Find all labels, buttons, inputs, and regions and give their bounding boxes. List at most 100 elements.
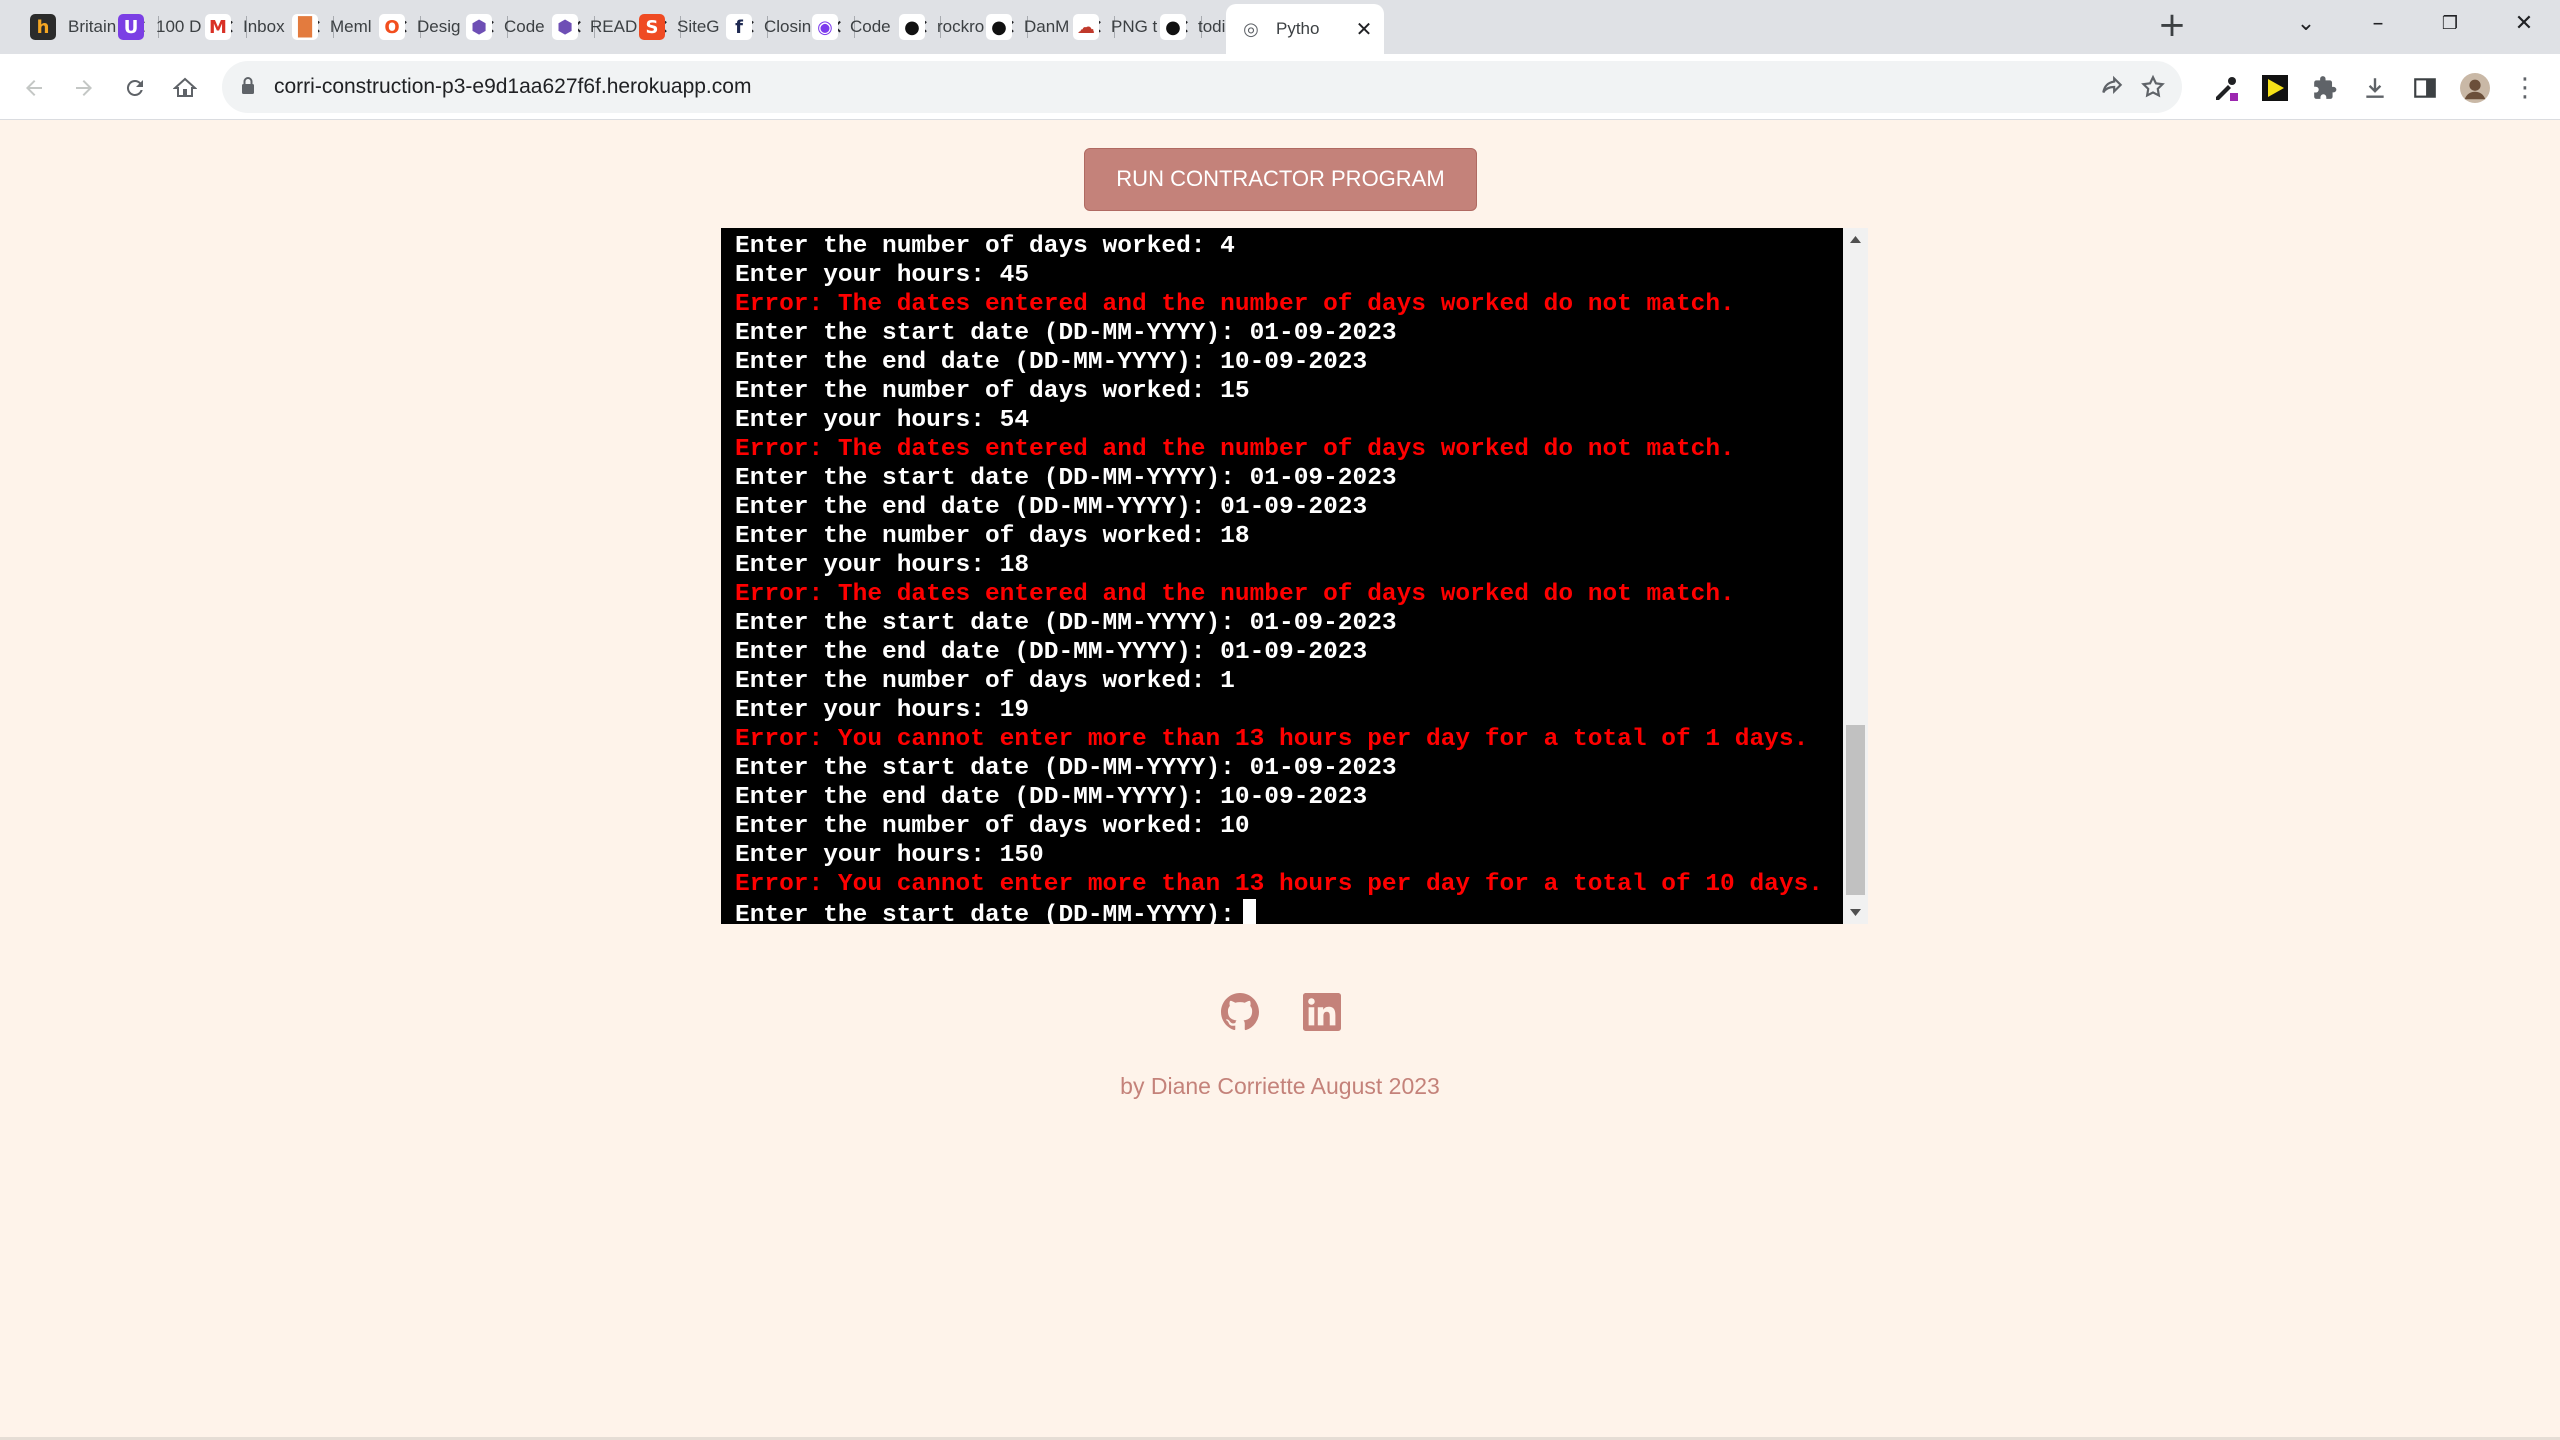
linkedin-link[interactable] — [1303, 993, 1341, 1031]
terminal-line-text: Enter the start date (DD-MM-YYYY): 01-09… — [735, 465, 1397, 492]
terminal-line-text: Error: The dates entered and the number … — [735, 581, 1735, 608]
tab-title: Pytho — [1276, 19, 1320, 38]
terminal-line-text: Enter the number of days worked: 10 — [735, 813, 1250, 840]
back-arrow-icon — [26, 80, 42, 96]
terminal-line: Enter your hours: 150 — [735, 841, 1823, 870]
design-icon: O — [379, 14, 405, 40]
readme-icon: ⬢ — [552, 14, 578, 40]
terminal-line: Enter the number of days worked: 15 — [735, 377, 1823, 406]
tab-strip: hBritain✕U100 D✕MInbox✕█Meml✕ODesig✕⬢Cod… — [0, 0, 2560, 54]
terminal-line-text: Enter the end date (DD-MM-YYYY): 10-09-2… — [735, 784, 1368, 811]
terminal-line-text: Error: The dates entered and the number … — [735, 291, 1735, 318]
tab-pytho[interactable]: ◎ Pytho ✕ — [1226, 4, 1384, 54]
browser-toolbar: corri-construction-p3-e9d1aa627f6f.herok… — [0, 54, 2560, 120]
terminal-line: Enter the number of days worked: 4 — [735, 232, 1823, 261]
terminal-line-text: Error: You cannot enter more than 13 hou… — [735, 726, 1809, 753]
codecademy-icon: ⬢ — [466, 14, 492, 40]
forward-arrow-icon — [76, 80, 92, 96]
github-link[interactable] — [1221, 993, 1259, 1031]
h-icon: h — [30, 14, 56, 40]
terminal-line-text: Enter the end date (DD-MM-YYYY): 10-09-2… — [735, 349, 1368, 376]
terminal-line: Enter the end date (DD-MM-YYYY): 01-09-2… — [735, 493, 1823, 522]
address-bar[interactable]: corri-construction-p3-e9d1aa627f6f.herok… — [222, 61, 2182, 113]
minimize-button[interactable]: – — [2358, 8, 2398, 40]
sitegrade-icon: S — [639, 14, 665, 40]
terminal-line: Enter the start date (DD-MM-YYYY): 01-09… — [735, 319, 1823, 348]
facebook-icon: f — [726, 14, 752, 40]
menu-kebab-icon[interactable]: ⋮ — [2510, 73, 2540, 103]
avatar[interactable] — [2460, 73, 2490, 103]
side-panel-icon[interactable] — [2410, 73, 2440, 103]
terminal-line: Enter the number of days worked: 1 — [735, 667, 1823, 696]
globe-icon: ◎ — [1238, 16, 1264, 42]
terminal-line: Enter your hours: 18 — [735, 551, 1823, 580]
eyedropper-extension-icon[interactable] — [2210, 73, 2240, 103]
terminal-line-text: Enter your hours: 54 — [735, 407, 1030, 434]
close-tab-icon[interactable]: ✕ — [1354, 19, 1374, 39]
play-extension-icon[interactable] — [2260, 73, 2290, 103]
terminal-line: Enter your hours: 19 — [735, 696, 1823, 725]
terminal-line-text: Enter the number of days worked: 18 — [735, 523, 1250, 550]
terminal-line-text: Enter the start date (DD-MM-YYYY): 01-09… — [735, 610, 1397, 637]
tab-search-chevron-icon[interactable]: ⌄ — [2286, 8, 2326, 40]
terminal-line: Enter the start date (DD-MM-YYYY): 01-09… — [735, 464, 1823, 493]
new-tab-button[interactable]: + — [2156, 8, 2188, 42]
download-icon[interactable] — [2360, 73, 2390, 103]
terminal-line-text: Enter your hours: 19 — [735, 697, 1030, 724]
terminal-error-line: Error: The dates entered and the number … — [735, 290, 1823, 319]
scrollbar-thumb[interactable] — [1846, 725, 1865, 895]
run-contractor-program-button[interactable]: RUN CONTRACTOR PROGRAM — [1084, 148, 1477, 211]
scroll-down-arrow-icon[interactable] — [1843, 902, 1868, 924]
gmail-icon: M — [205, 14, 231, 40]
scroll-up-arrow-icon[interactable] — [1843, 228, 1868, 250]
terminal-line-text: Enter the start date (DD-MM-YYYY): 01-09… — [735, 755, 1397, 782]
home-button[interactable] — [167, 70, 203, 106]
github-icon: ● — [986, 14, 1012, 40]
terminal-line-text: Enter the start date (DD-MM-YYYY): — [735, 902, 1235, 924]
terminal-line-text: Error: The dates entered and the number … — [735, 436, 1735, 463]
close-window-button[interactable]: ✕ — [2504, 8, 2544, 40]
terminal-line-text: Enter the number of days worked: 4 — [735, 233, 1235, 260]
terminal-line: Enter the end date (DD-MM-YYYY): 10-09-2… — [735, 783, 1823, 812]
share-icon[interactable] — [2099, 74, 2125, 100]
extensions-puzzle-icon[interactable] — [2310, 73, 2340, 103]
author-credit: by Diane Corriette August 2023 — [1120, 1073, 1440, 1099]
terminal-line-text: Enter the number of days worked: 1 — [735, 668, 1235, 695]
lock-icon — [242, 77, 254, 94]
terminal-line: Enter your hours: 45 — [735, 261, 1823, 290]
terminal-line-text: Enter your hours: 150 — [735, 842, 1044, 869]
terminal-line-text: Enter the start date (DD-MM-YYYY): 01-09… — [735, 320, 1397, 347]
terminal-line-text: Enter your hours: 45 — [735, 262, 1030, 289]
home-icon — [173, 77, 197, 97]
terminal-scrollbar[interactable] — [1843, 228, 1868, 924]
terminal-error-line: Error: You cannot enter more than 13 hou… — [735, 725, 1823, 754]
terminal-line: Enter the start date (DD-MM-YYYY): 01-09… — [735, 609, 1823, 638]
terminal-error-line: Error: The dates entered and the number … — [735, 580, 1823, 609]
restore-button[interactable]: ❐ — [2430, 8, 2470, 40]
linkedin-icon — [1303, 993, 1341, 1031]
terminal-cursor — [1242, 899, 1256, 924]
terminal-line: Enter the number of days worked: 18 — [735, 522, 1823, 551]
back-button[interactable] — [16, 70, 52, 106]
github-icon: ● — [899, 14, 925, 40]
terminal-line-text: Error: You cannot enter more than 13 hou… — [735, 871, 1823, 898]
terminal[interactable]: Enter the number of days worked: 4 Enter … — [721, 228, 1843, 924]
terminal-line-text: Enter the end date (DD-MM-YYYY): 01-09-2… — [735, 639, 1368, 666]
url-text: corri-construction-p3-e9d1aa627f6f.herok… — [274, 75, 752, 98]
github-icon: ● — [1160, 14, 1186, 40]
terminal-line-text: Enter the number of days worked: 15 — [735, 378, 1250, 405]
terminal-line: Enter the number of days worked: 10 — [735, 812, 1823, 841]
reload-button[interactable] — [117, 70, 153, 106]
github-icon — [1221, 993, 1259, 1031]
terminal-line: Enter the end date (DD-MM-YYYY): 01-09-2… — [735, 638, 1823, 667]
bookmark-star-icon[interactable] — [2140, 74, 2166, 100]
terminal-line: Enter your hours: 54 — [735, 406, 1823, 435]
terminal-error-line: Error: You cannot enter more than 13 hou… — [735, 870, 1823, 899]
forward-button[interactable] — [66, 70, 102, 106]
reload-icon — [126, 79, 143, 96]
terminal-line: Enter the start date (DD-MM-YYYY): — [735, 899, 1823, 924]
terminal-line: Enter the start date (DD-MM-YYYY): 01-09… — [735, 754, 1823, 783]
png-icon: ☁ — [1073, 14, 1099, 40]
memrise-icon: █ — [292, 14, 318, 40]
terminal-line: Enter the end date (DD-MM-YYYY): 10-09-2… — [735, 348, 1823, 377]
